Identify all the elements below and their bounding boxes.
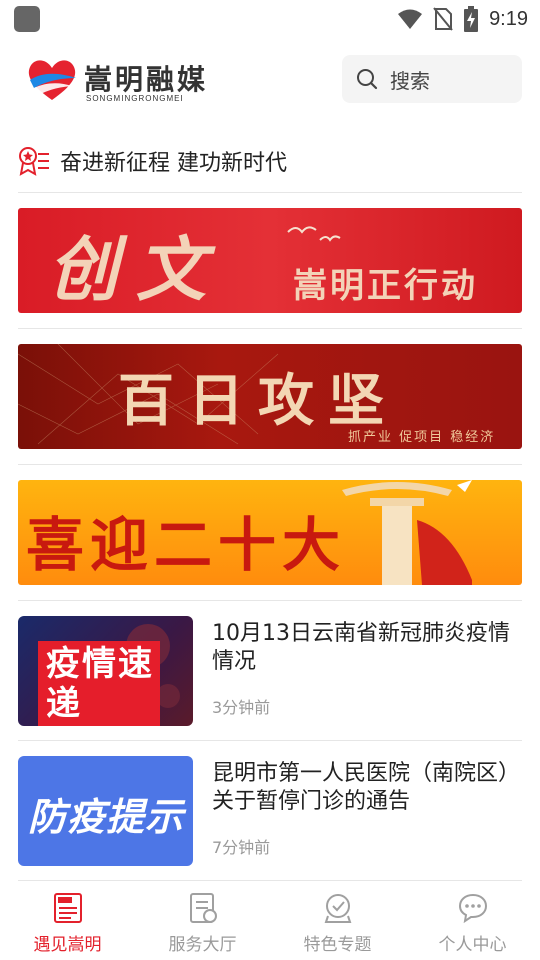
app-notification-icon (14, 6, 40, 32)
banner-chuangwen[interactable]: 创文 嵩明正行动 (18, 208, 522, 313)
bottom-nav: 遇见嵩明 服务大厅 特色专题 个人中心 (0, 886, 540, 960)
news-thumbnail: 防疫提示 (18, 756, 193, 866)
feature-topic-icon (324, 894, 351, 923)
status-time: 9:19 (489, 7, 528, 30)
app-header: 嵩明融媒 SONGMINGRONGMEI 搜索 (0, 50, 540, 110)
search-icon (357, 69, 378, 90)
news-item[interactable]: 防疫提示 昆明市第一人民医院（南院区）关于暂停门诊的通告 7分钟前 (18, 756, 522, 866)
divider (18, 328, 522, 329)
thumbnail-text: 防疫提示 (28, 795, 185, 839)
nav-label: 服务大厅 (168, 935, 237, 955)
nav-label: 特色专题 (303, 935, 372, 955)
battery-charging-icon (464, 6, 479, 32)
banner-subtitle: 抓产业 促项目 稳经济 (348, 430, 496, 445)
status-indicators: 9:19 (397, 6, 528, 32)
banner-title: 百日攻坚 (118, 368, 398, 434)
nav-label: 个人中心 (438, 935, 507, 955)
divider (18, 740, 522, 741)
heart-logo-icon (28, 60, 76, 100)
award-list-icon (19, 147, 49, 176)
news-title: 昆明市第一人民医院（南院区）关于暂停门诊的通告 (212, 761, 510, 814)
status-bar: 9:19 (0, 0, 540, 36)
wifi-icon (398, 9, 423, 29)
banner-bairigongjian[interactable]: 百日攻坚 抓产业 促项目 稳经济 (18, 344, 522, 449)
nav-item-features[interactable]: 特色专题 (270, 886, 405, 960)
divider (18, 464, 522, 465)
news-thumbnail: 疫情速递 (18, 616, 193, 726)
news-time: 3分钟前 (212, 698, 271, 717)
news-item[interactable]: 疫情速递 10月13日云南省新冠肺炎疫情情况 3分钟前 (18, 616, 522, 726)
search-box[interactable]: 搜索 (342, 55, 522, 103)
thumbnail-text: 疫情速递 (46, 644, 154, 724)
logo-subtitle: SONGMINGRONGMEI (86, 94, 184, 103)
divider (18, 192, 522, 193)
news-title: 10月13日云南省新冠肺炎疫情情况 (212, 621, 510, 674)
chat-bubble-icon (458, 893, 487, 924)
nav-item-home[interactable]: 遇见嵩明 (0, 886, 135, 960)
birds-icon (287, 226, 341, 242)
nav-item-profile[interactable]: 个人中心 (405, 886, 540, 960)
app-logo[interactable]: 嵩明融媒 SONGMINGRONGMEI (24, 54, 216, 106)
news-time: 7分钟前 (212, 838, 271, 857)
banner-title: 创文 (48, 228, 224, 311)
search-placeholder: 搜索 (390, 68, 430, 93)
divider (18, 880, 522, 881)
banner-title: 喜迎二十大 (26, 511, 347, 579)
divider (18, 600, 522, 601)
logo-title: 嵩明融媒 (84, 63, 209, 96)
news-icon (53, 893, 82, 923)
slogan-bar: 奋进新征程 建功新时代 (18, 140, 287, 182)
no-sim-icon (433, 7, 453, 31)
nav-label: 遇见嵩明 (33, 935, 102, 955)
banner-subtitle: 嵩明正行动 (293, 266, 478, 306)
slogan-text: 奋进新征程 建功新时代 (60, 151, 287, 176)
service-doc-icon (189, 893, 217, 923)
nav-item-service[interactable]: 服务大厅 (135, 886, 270, 960)
banner-xiyingershida[interactable]: 喜迎二十大 (18, 480, 522, 585)
